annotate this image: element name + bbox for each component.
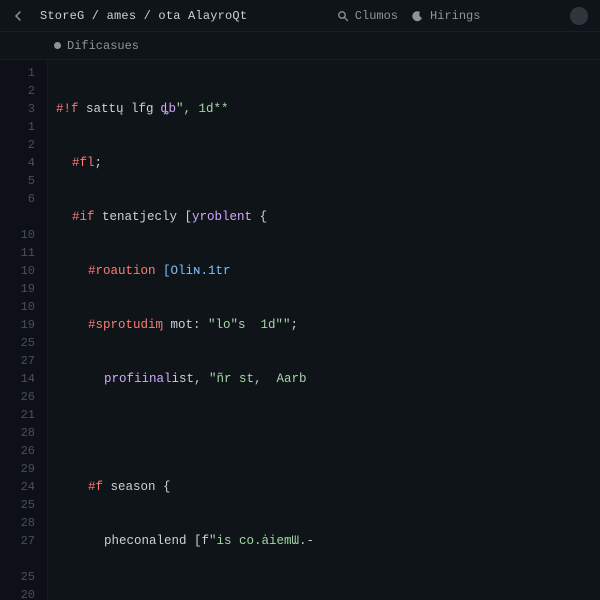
- line-number: 10: [0, 298, 35, 316]
- tab-label: Dificasues: [67, 39, 139, 53]
- line-number: 25: [0, 334, 35, 352]
- line-number: 14: [0, 370, 35, 388]
- line-number: 27: [0, 352, 35, 370]
- line-number: 2: [0, 136, 35, 154]
- back-arrow-icon[interactable]: [12, 9, 26, 23]
- line-number: 11: [0, 244, 35, 262]
- tabstrip: Dificasues: [0, 32, 600, 60]
- line-number: 10: [0, 262, 35, 280]
- moon-icon: [412, 10, 424, 22]
- line-number: 27: [0, 532, 35, 550]
- line-number: [0, 208, 35, 226]
- hirings-action[interactable]: Hirings: [412, 9, 480, 23]
- tab-file[interactable]: Dificasues: [48, 37, 145, 55]
- topbar: StoreG / ames / ota AlayroQt Clumos Hiri…: [0, 0, 600, 32]
- line-number: 1: [0, 64, 35, 82]
- line-number: 29: [0, 460, 35, 478]
- hirings-label: Hirings: [430, 9, 480, 23]
- editor: 1231245610111019101925271426212826292425…: [0, 60, 600, 600]
- line-number: 4: [0, 154, 35, 172]
- breadcrumb[interactable]: StoreG / ames / ota AlayroQt: [40, 9, 247, 23]
- line-number: [0, 550, 35, 568]
- line-gutter: 1231245610111019101925271426212826292425…: [0, 60, 48, 600]
- line-number: 2: [0, 82, 35, 100]
- line-number: 26: [0, 442, 35, 460]
- code-area[interactable]: #!f sattų lfg ȡb", 1d** #fl; #if tenatje…: [48, 60, 600, 600]
- line-number: 6: [0, 190, 35, 208]
- line-number: 25: [0, 568, 35, 586]
- search-action[interactable]: Clumos: [337, 9, 398, 23]
- line-number: 1: [0, 118, 35, 136]
- line-number: 3: [0, 100, 35, 118]
- line-number: 19: [0, 316, 35, 334]
- line-number: 21: [0, 406, 35, 424]
- line-number: 28: [0, 514, 35, 532]
- line-number: 28: [0, 424, 35, 442]
- search-icon: [337, 10, 349, 22]
- search-label: Clumos: [355, 9, 398, 23]
- line-number: 10: [0, 226, 35, 244]
- line-number: 19: [0, 280, 35, 298]
- line-number: 26: [0, 388, 35, 406]
- avatar[interactable]: [570, 7, 588, 25]
- modified-dot-icon: [54, 42, 61, 49]
- line-number: 20: [0, 586, 35, 600]
- line-number: 25: [0, 496, 35, 514]
- line-number: 24: [0, 478, 35, 496]
- line-number: 5: [0, 172, 35, 190]
